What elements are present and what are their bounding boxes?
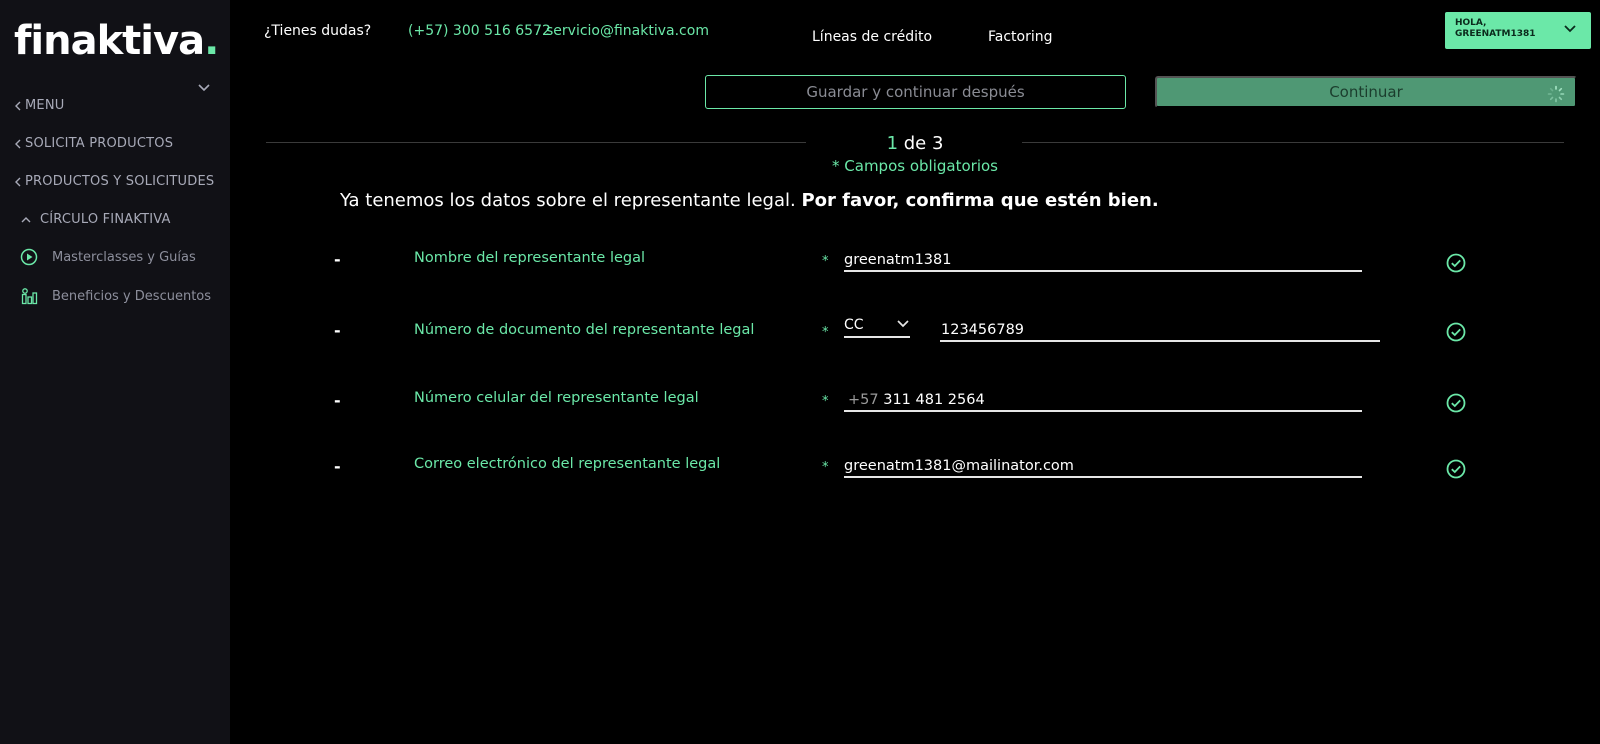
- label-correo-representante: Correo electrónico del representante leg…: [414, 456, 721, 472]
- app-root: finaktiva. MENU SOLICITA PRODUCTOS PRODU…: [0, 0, 1600, 744]
- label-nombre-representante: Nombre del representante legal: [414, 250, 646, 266]
- row-bullet: -: [334, 250, 341, 269]
- row-bullet: -: [334, 321, 341, 340]
- finaktiva-logo[interactable]: finaktiva.: [14, 18, 219, 64]
- label-celular-representante: Número celular del representante legal: [414, 390, 699, 406]
- label-documento-representante: Número de documento del representante le…: [414, 322, 755, 338]
- sidebar-subitem-masterclasses[interactable]: Masterclasses y Guías: [20, 248, 196, 266]
- check-circle-icon: [1446, 253, 1466, 273]
- sidebar-item-solicita-productos[interactable]: SOLICITA PRODUCTOS: [14, 136, 173, 151]
- help-question: ¿Tienes dudas?: [264, 23, 372, 39]
- correo-value: greenatm1381@mailinator.com: [844, 458, 1074, 474]
- chevron-left-icon: [15, 139, 21, 148]
- required-star: *: [822, 394, 829, 409]
- chevron-down-icon: [1564, 25, 1576, 33]
- benefits-icon: [20, 287, 38, 305]
- sidebar-item-label: SOLICITA PRODUCTOS: [25, 136, 174, 151]
- loading-spinner-icon: [1547, 85, 1565, 103]
- nav-factoring[interactable]: Factoring: [988, 29, 1053, 45]
- sidebar: finaktiva. MENU SOLICITA PRODUCTOS PRODU…: [0, 0, 230, 744]
- required-fields-note: * Campos obligatorios: [832, 157, 998, 175]
- continue-label: Continuar: [1329, 83, 1403, 101]
- sidebar-item-productos-solicitudes[interactable]: PRODUCTOS Y SOLICITUDES: [14, 174, 214, 189]
- step-indicator: 1 de 3: [810, 133, 1020, 154]
- sidebar-menu-toggle[interactable]: MENU: [14, 98, 64, 113]
- step-total: de 3: [898, 133, 944, 154]
- required-star: *: [822, 325, 829, 340]
- check-circle-icon: [1446, 393, 1466, 413]
- nombre-representante-value: greenatm1381: [844, 252, 952, 268]
- chevron-left-icon: [15, 101, 21, 110]
- save-continue-later-button[interactable]: Guardar y continuar después: [705, 75, 1126, 109]
- continue-button[interactable]: Continuar: [1155, 76, 1577, 108]
- sidebar-item-label: PRODUCTOS Y SOLICITUDES: [25, 174, 215, 189]
- document-type-select[interactable]: CC: [844, 316, 910, 338]
- chevron-up-icon: [21, 216, 31, 222]
- row-bullet: -: [334, 391, 341, 410]
- documento-number-value: 123456789: [941, 322, 1025, 338]
- support-phone-link[interactable]: (+57) 300 516 6572: [408, 23, 551, 39]
- menu-label: MENU: [25, 98, 65, 113]
- required-star: *: [822, 254, 829, 269]
- chevron-left-icon: [15, 177, 21, 186]
- sidebar-subitem-label: Beneficios y Descuentos: [52, 288, 212, 304]
- user-menu-button[interactable]: HOLA, GREENATM1381: [1445, 12, 1591, 49]
- divider-right: [1022, 142, 1564, 143]
- sidebar-subitem-label: Masterclasses y Guías: [52, 249, 196, 265]
- sidebar-item-label: CÍRCULO FINAKTIVA: [40, 212, 171, 227]
- intro-bold: Por favor, confirma que estén bien.: [801, 190, 1159, 211]
- sidebar-subitem-beneficios[interactable]: Beneficios y Descuentos: [20, 287, 211, 305]
- logo-text: finaktiva: [14, 18, 205, 64]
- row-bullet: -: [334, 457, 341, 476]
- chevron-down-icon[interactable]: [196, 80, 212, 96]
- logo-dot: .: [204, 18, 219, 64]
- support-email-link[interactable]: servicio@finaktiva.com: [546, 23, 709, 39]
- required-star: *: [822, 460, 829, 475]
- nav-lineas-credito[interactable]: Líneas de crédito: [812, 29, 932, 45]
- play-circle-icon: [20, 248, 38, 266]
- divider-left: [266, 142, 806, 143]
- country-code-prefix: +57: [848, 392, 879, 408]
- intro-text: Ya tenemos los datos sobre el representa…: [340, 190, 1159, 211]
- celular-value: 311 481 2564: [883, 392, 985, 408]
- chevron-down-icon: [897, 320, 909, 328]
- document-type-value: CC: [844, 317, 864, 333]
- check-circle-icon: [1446, 459, 1466, 479]
- check-circle-icon: [1446, 322, 1466, 342]
- sidebar-item-circulo-finaktiva[interactable]: CÍRCULO FINAKTIVA: [20, 212, 171, 227]
- step-current: 1: [886, 133, 899, 154]
- intro-normal: Ya tenemos los datos sobre el representa…: [340, 190, 802, 211]
